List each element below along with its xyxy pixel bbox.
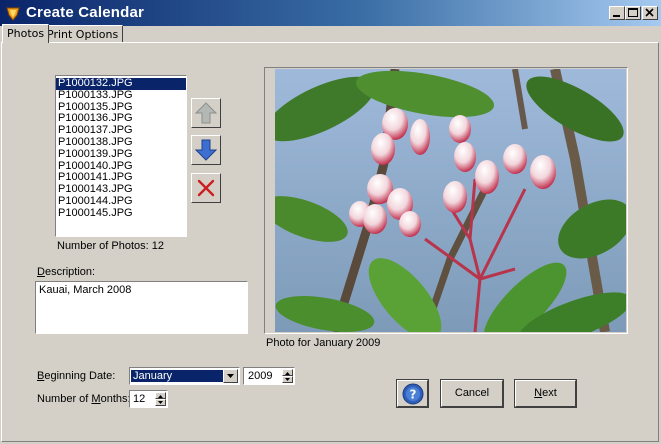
next-button-label: ext	[542, 387, 557, 399]
year-spin-buttons[interactable]	[282, 369, 293, 383]
cancel-button[interactable]: Cancel	[440, 379, 504, 408]
remove-photo-button[interactable]	[191, 173, 221, 203]
months-label-accel: M	[91, 393, 101, 405]
photo-list-item[interactable]: P1000144.JPG	[56, 195, 186, 208]
months-down-button[interactable]	[155, 399, 166, 406]
months-label: Number of Months:	[37, 393, 131, 405]
tab-print-options[interactable]: Print Options	[42, 25, 124, 42]
svg-text:?: ?	[409, 388, 416, 402]
months-up-button[interactable]	[155, 392, 166, 399]
photo-caption: Photo for January 2009	[266, 337, 381, 349]
move-up-button[interactable]	[191, 98, 221, 128]
arrow-down-icon	[194, 139, 218, 161]
tab-photos-label: Photos	[7, 27, 45, 40]
year-spinner[interactable]: 2009	[243, 367, 295, 385]
months-label-post: onths:	[100, 393, 131, 405]
description-value: Kauai, March 2008	[39, 284, 132, 296]
maximize-button[interactable]	[625, 6, 641, 20]
app-icon	[6, 7, 20, 21]
description-field[interactable]: Kauai, March 2008	[35, 281, 248, 334]
chevron-down-icon	[227, 374, 234, 378]
months-label-pre: Number of	[37, 393, 92, 405]
description-label: Description:	[37, 266, 95, 278]
title-bar: Create Calendar	[0, 0, 661, 26]
help-button[interactable]: ?	[396, 379, 429, 408]
photo-preview-image[interactable]	[275, 69, 626, 332]
beginning-date-label-rest: eginning Date:	[44, 370, 116, 382]
tab-strip: Photos Print Options	[0, 24, 661, 43]
photo-count-label: Number of Photos: 12	[57, 240, 165, 252]
tab-photos[interactable]: Photos	[2, 24, 50, 43]
photo-list-items: P1000132.JPG P1000133.JPG P1000135.JPG P100…	[56, 76, 186, 220]
window-title: Create Calendar	[26, 4, 145, 21]
cancel-button-label: Cancel	[454, 387, 490, 399]
maximize-icon	[628, 8, 638, 17]
move-down-button[interactable]	[191, 135, 221, 165]
year-up-button[interactable]	[282, 369, 293, 376]
months-spin-buttons[interactable]	[155, 392, 166, 406]
months-value: 12	[133, 393, 146, 405]
month-dropdown-button[interactable]	[223, 369, 238, 383]
photo-list-item[interactable]: P1000139.JPG	[56, 148, 186, 161]
month-dropdown[interactable]: January	[129, 367, 240, 385]
photo-list-item[interactable]: P1000138.JPG	[56, 136, 186, 149]
close-button[interactable]	[642, 6, 658, 20]
minimize-button[interactable]	[609, 6, 625, 20]
spin-down-icon	[158, 401, 163, 404]
month-value: January	[131, 370, 224, 382]
close-icon	[645, 8, 654, 17]
minimize-icon	[613, 15, 620, 17]
description-label-rest: escription:	[44, 266, 96, 278]
spin-down-icon	[285, 378, 290, 381]
arrow-up-icon	[194, 102, 218, 124]
year-value: 2009	[248, 370, 273, 382]
photo-list-item[interactable]: P1000145.JPG	[56, 207, 186, 220]
next-button[interactable]: Next	[514, 379, 577, 408]
question-icon: ?	[402, 383, 423, 405]
beginning-date-label: Beginning Date:	[37, 370, 115, 382]
tab-print-options-label: Print Options	[47, 28, 119, 41]
photo-list-item[interactable]: P1000133.JPG	[56, 89, 186, 102]
months-spinner[interactable]: 12	[129, 390, 168, 408]
year-down-button[interactable]	[282, 376, 293, 383]
description-label-accel: D	[37, 266, 45, 278]
photo-listbox[interactable]: P1000132.JPG P1000133.JPG P1000135.JPG P100…	[55, 75, 187, 237]
delete-icon	[197, 179, 215, 197]
next-button-accel: N	[534, 387, 543, 399]
